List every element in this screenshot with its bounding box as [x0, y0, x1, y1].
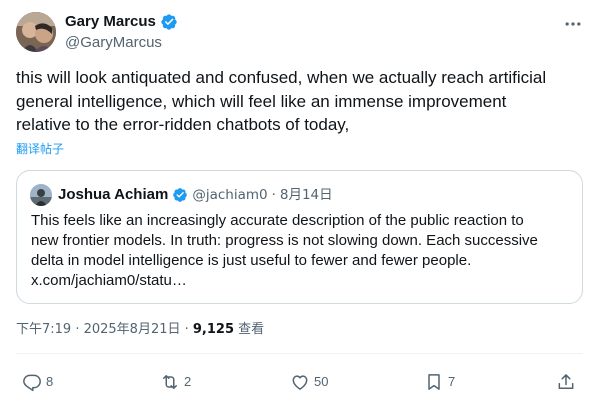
timestamp-line: 下午7:19 · 2025年8月21日 · 9,125 查看 [16, 321, 264, 339]
bookmark-count: 7 [448, 374, 456, 389]
translate-post-link[interactable]: 翻译帖子 [16, 141, 64, 157]
repost-icon [163, 375, 177, 389]
avatar[interactable] [16, 12, 56, 52]
more-options-button[interactable] [561, 12, 585, 36]
quoted-avatar [30, 184, 52, 206]
author-name[interactable]: Gary Marcus [65, 12, 156, 32]
like-button[interactable]: 50 [290, 370, 328, 394]
quoted-separator: · [271, 187, 276, 203]
verified-badge-icon [173, 188, 188, 202]
author-handle[interactable]: @GaryMarcus [65, 33, 162, 53]
quoted-date: 8月14日 [279, 187, 333, 203]
tweet-timestamp[interactable]: 下午7:19 · 2025年8月21日 · [16, 322, 193, 337]
views-count: 9,125 [192, 322, 235, 337]
quoted-handle: @jachiam0 [192, 187, 268, 203]
like-count: 50 [314, 374, 329, 389]
quoted-header: Joshua Achiam @jachiam0 · 8月14日 [58, 185, 333, 205]
reply-button[interactable]: 8 [22, 370, 53, 394]
quoted-tweet-card[interactable]: Joshua Achiam @jachiam0 · 8月14日 This fee… [16, 170, 583, 304]
verified-badge-icon [161, 14, 177, 30]
repost-count: 2 [184, 374, 192, 389]
reply-icon [23, 374, 41, 392]
share-icon [558, 374, 574, 389]
repost-button[interactable]: 2 [160, 370, 191, 394]
share-button[interactable] [556, 370, 576, 394]
author-name-row[interactable]: Gary Marcus [65, 12, 178, 32]
reply-count: 8 [46, 374, 54, 389]
bookmark-button[interactable]: 7 [424, 370, 455, 394]
views-label: 查看 [234, 322, 265, 337]
avatar-image [16, 12, 56, 52]
tweet-text: this will look antiquated and confused, … [16, 68, 547, 134]
heart-icon [292, 375, 308, 390]
divider [16, 353, 583, 354]
quoted-author-name: Joshua Achiam [58, 186, 169, 203]
quoted-tweet-text: This feels like an increasingly accurate… [31, 212, 538, 289]
bookmark-icon [428, 374, 440, 390]
quoted-avatar-image [30, 184, 52, 206]
more-dots-icon [565, 22, 581, 26]
